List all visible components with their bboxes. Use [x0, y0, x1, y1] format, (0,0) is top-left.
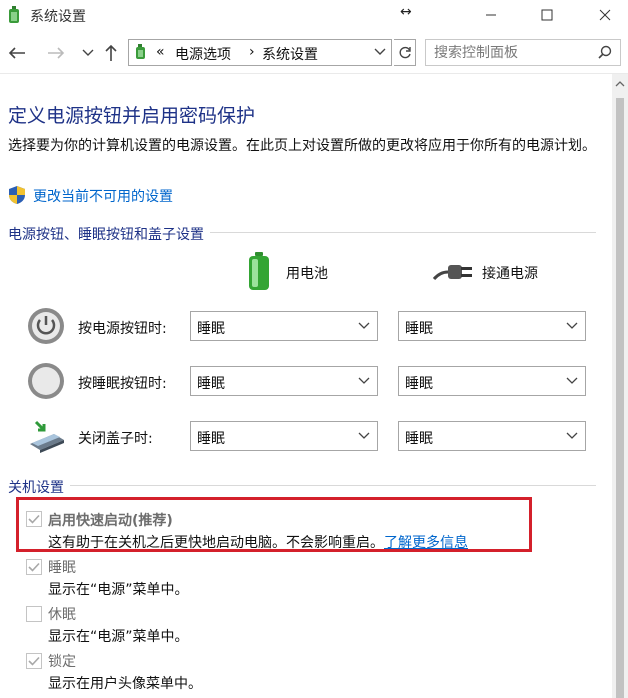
breadcrumb-system-settings[interactable]: 系统设置: [262, 44, 318, 64]
checkmark-icon: [28, 514, 40, 524]
lid-close-plugged-select[interactable]: 睡眠: [398, 421, 586, 451]
navigation-bar: « 电源选项 › 系统设置: [0, 30, 628, 74]
control-panel-icon: [136, 44, 145, 59]
lock-description: 显示在用户头像菜单中。: [48, 676, 202, 692]
chevron-down-icon: [358, 322, 370, 329]
power-button-label: 按电源按钮时:: [78, 321, 167, 337]
search-input[interactable]: [434, 41, 594, 65]
battery-column-header: 用电池: [286, 266, 328, 282]
hibernate-description: 显示在“电源”菜单中。: [48, 629, 189, 645]
refresh-button[interactable]: [394, 39, 416, 66]
scroll-up-arrow-icon[interactable]: [615, 80, 625, 88]
lock-label: 锁定: [48, 654, 76, 670]
lock-checkbox[interactable]: [26, 653, 42, 669]
plugged-in-column-header: 接通电源: [482, 266, 538, 282]
forward-button[interactable]: [45, 42, 67, 64]
buttons-section-title: 电源按钮、睡眠按钮和盖子设置: [8, 224, 210, 244]
checkmark-icon: [28, 656, 40, 666]
select-value: 睡眠: [405, 431, 433, 447]
back-arrow-icon: [8, 47, 25, 59]
page-description: 选择要为你的计算机设置的电源设置。在此页上对设置所做的更改将应用于你所有的电源计…: [8, 138, 596, 154]
chevron-down-icon: [566, 377, 578, 384]
breadcrumb-separator[interactable]: ›: [249, 44, 255, 60]
chevron-down-icon: [566, 432, 578, 439]
search-box[interactable]: [425, 39, 621, 66]
sleep-label: 睡眠: [48, 560, 76, 576]
sleep-description: 显示在“电源”菜单中。: [48, 582, 189, 598]
recent-locations-button[interactable]: [77, 42, 99, 64]
up-button[interactable]: [100, 42, 122, 64]
close-button[interactable]: [582, 0, 628, 30]
power-button-plugged-select[interactable]: 睡眠: [398, 311, 586, 341]
section-divider: [8, 485, 596, 486]
window-title: 系统设置: [30, 9, 86, 25]
minimize-icon: [486, 14, 496, 16]
vertical-scrollbar[interactable]: [612, 74, 628, 698]
fast-startup-description: 这有助于在关机之后更快地启动电脑。不会影响重启。了解更多信息: [48, 532, 468, 552]
change-unavailable-settings-link[interactable]: 更改当前不可用的设置: [33, 186, 173, 206]
sleep-button-battery-select[interactable]: 睡眠: [190, 366, 378, 396]
fast-startup-desc-text: 这有助于在关机之后更快地启动电脑。不会影响重启。: [48, 535, 384, 551]
sleep-button-icon: [28, 363, 64, 399]
forward-arrow-icon: [48, 47, 65, 59]
battery-icon: [249, 252, 269, 290]
select-value: 睡眠: [405, 376, 433, 392]
maximize-icon: [541, 9, 553, 21]
sleep-checkbox[interactable]: [26, 559, 42, 575]
power-plug-icon: [432, 265, 472, 281]
power-button-icon: [28, 308, 64, 344]
lid-close-label: 关闭盖子时:: [78, 431, 153, 447]
maximize-button[interactable]: [524, 0, 570, 30]
title-bar: 系统设置 ↔: [0, 0, 628, 30]
scrollbar-thumb[interactable]: [616, 98, 624, 698]
address-dropdown-icon[interactable]: [373, 44, 387, 60]
select-value: 睡眠: [405, 321, 433, 337]
sleep-button-plugged-select[interactable]: 睡眠: [398, 366, 586, 396]
up-arrow-icon: [105, 44, 117, 61]
chevron-down-icon: [358, 377, 370, 384]
fast-startup-checkbox[interactable]: [26, 511, 42, 527]
laptop-lid-icon: [30, 420, 64, 453]
shutdown-section-title: 关机设置: [8, 477, 70, 497]
lid-close-battery-select[interactable]: 睡眠: [190, 421, 378, 451]
chevron-down-icon: [358, 432, 370, 439]
chevron-down-icon: [82, 49, 94, 56]
breadcrumb-overflow[interactable]: «: [156, 44, 165, 60]
page-title: 定义电源按钮并启用密码保护: [8, 105, 256, 127]
breadcrumb-power-options[interactable]: 电源选项: [175, 44, 231, 64]
search-icon[interactable]: [598, 45, 612, 59]
resize-cursor-icon: ↔: [400, 4, 412, 20]
hibernate-checkbox[interactable]: [26, 606, 42, 622]
control-panel-app-icon: [9, 6, 19, 23]
select-value: 睡眠: [197, 376, 225, 392]
back-button[interactable]: [6, 42, 28, 64]
hibernate-label: 休眠: [48, 607, 76, 623]
checkmark-icon: [28, 562, 40, 572]
minimize-button[interactable]: [468, 0, 514, 30]
select-value: 睡眠: [197, 321, 225, 337]
address-bar[interactable]: « 电源选项 › 系统设置: [128, 39, 392, 66]
select-value: 睡眠: [197, 431, 225, 447]
power-button-battery-select[interactable]: 睡眠: [190, 311, 378, 341]
refresh-icon: [399, 46, 411, 58]
uac-shield-icon: [9, 186, 25, 204]
learn-more-link[interactable]: 了解更多信息: [384, 535, 468, 551]
chevron-down-icon: [566, 322, 578, 329]
fast-startup-label: 启用快速启动(推荐): [48, 513, 173, 529]
close-icon: [599, 9, 611, 21]
sleep-button-label: 按睡眠按钮时:: [78, 376, 167, 392]
